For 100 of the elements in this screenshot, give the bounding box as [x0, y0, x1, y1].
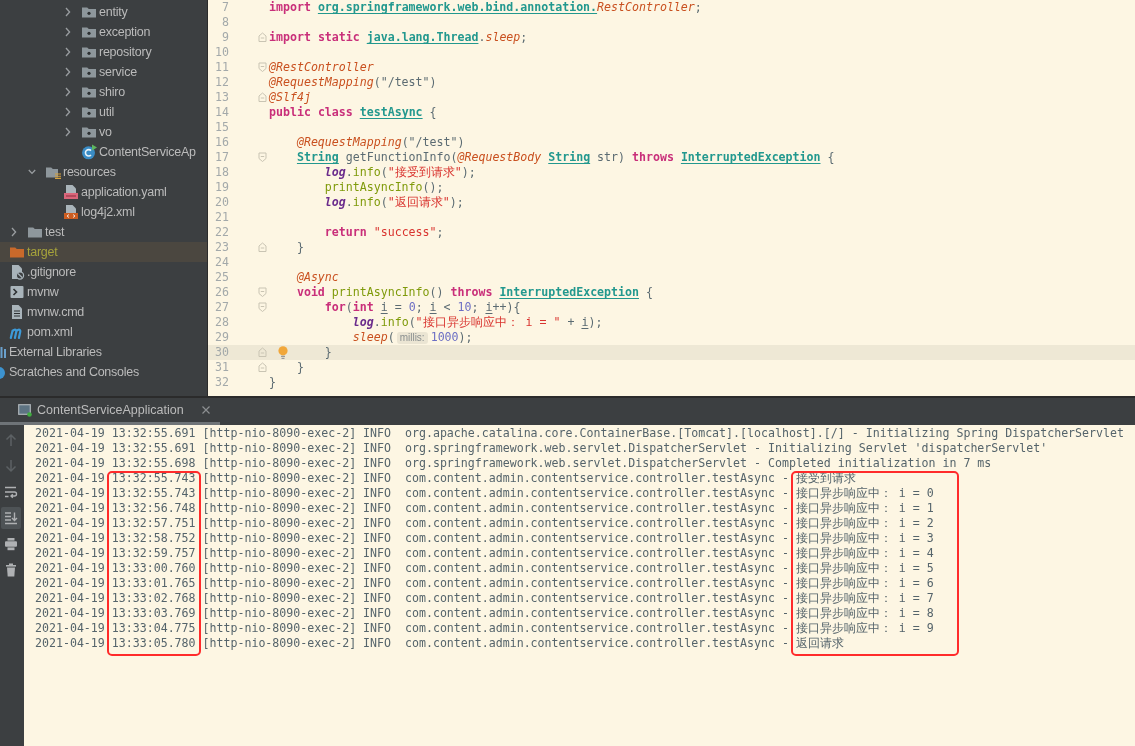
ignore-file-icon [9, 264, 25, 280]
tree-item[interactable]: application.yaml [0, 182, 207, 202]
log-date: 2021-04-19 [35, 486, 105, 500]
trash-icon [4, 563, 18, 577]
log-separator: - [851, 426, 859, 440]
line-number: 20 [214, 195, 229, 210]
log-message: 接口异步响应中： i = 0 [795, 486, 934, 500]
library-icon [0, 344, 7, 360]
log-separator: - [781, 531, 789, 545]
log-logger: com.content.admin.contentservice.controller.testAsync [405, 486, 775, 500]
log-logger: com.content.admin.contentservice.controller.testAsync [405, 471, 775, 485]
log-logger: org.springframework.web.servlet.DispatcherServlet [405, 456, 747, 470]
log-separator: - [781, 606, 789, 620]
log-date: 2021-04-19 [35, 456, 105, 470]
code-line: log.info("返回请求"); [324, 195, 464, 210]
scroll-to-end-button[interactable] [1, 507, 21, 529]
log-separator: - [781, 561, 789, 575]
tree-item[interactable]: target [0, 242, 207, 262]
terminal-file-icon [9, 284, 25, 300]
code-line: @Async [296, 270, 339, 285]
lightbulb-icon[interactable] [278, 346, 288, 359]
fold-marker-icon[interactable] [258, 347, 267, 358]
line-number: 17 [214, 150, 229, 165]
tree-item[interactable]: exception [0, 22, 207, 42]
line-number: 12 [214, 75, 229, 90]
chevron-down-icon[interactable] [28, 167, 36, 177]
log-date: 2021-04-19 [35, 636, 105, 650]
line-number: 21 [214, 210, 229, 225]
line-number: 27 [214, 300, 229, 315]
log-level: INFO [363, 561, 391, 575]
log-logger: org.apache.catalina.core.ContainerBase.[Tomcat].[localhost].[/] [405, 426, 845, 440]
log-date: 2021-04-19 [35, 606, 105, 620]
code-line: } [324, 345, 332, 360]
code-line: } [296, 240, 304, 255]
chevron-right-icon[interactable] [10, 227, 18, 237]
code-line: for(int i = 0; i < 10; i++){ [324, 300, 521, 315]
close-button[interactable] [201, 405, 210, 415]
log-logger: com.content.admin.contentservice.controller.testAsync [405, 606, 775, 620]
fold-marker-icon[interactable] [258, 92, 267, 103]
tree-item[interactable]: Scratches and Consoles [0, 362, 207, 382]
tree-item[interactable]: log4j2.xml [0, 202, 207, 222]
tree-item[interactable]: resources [0, 162, 207, 182]
fold-marker-icon[interactable] [258, 32, 267, 43]
line-number: 10 [214, 45, 229, 60]
log-time: 13:33:00.760 [111, 561, 196, 575]
log-date: 2021-04-19 [35, 441, 105, 455]
fold-marker-icon[interactable] [258, 287, 267, 298]
log-time: 13:32:55.698 [111, 456, 196, 470]
log-date: 2021-04-19 [35, 426, 105, 440]
log-thread: [http-nio-8090-exec-2] [202, 591, 357, 605]
log-level: INFO [363, 591, 391, 605]
log-message: 接口异步响应中： i = 7 [795, 591, 934, 605]
code-line: @Slf4j [269, 90, 311, 105]
chevron-right-icon[interactable] [64, 67, 72, 77]
tree-item[interactable]: pom.xml [0, 322, 207, 342]
line-number: 15 [214, 120, 229, 135]
chevron-right-icon[interactable] [64, 7, 72, 17]
fold-marker-icon[interactable] [258, 152, 267, 163]
chevron-right-icon[interactable] [64, 87, 72, 97]
code-line: printAsyncInfo(); [324, 180, 444, 195]
line-number: 31 [214, 360, 229, 375]
code-line: log.info("接受到请求"); [324, 165, 476, 180]
tree-item[interactable]: service [0, 62, 207, 82]
fold-marker-icon[interactable] [258, 362, 267, 373]
log-time: 13:33:04.775 [111, 621, 196, 635]
line-number: 24 [214, 255, 229, 270]
chevron-right-icon[interactable] [64, 127, 72, 137]
log-level: INFO [363, 606, 391, 620]
log-logger: com.content.admin.contentservice.controller.testAsync [405, 561, 775, 575]
log-date: 2021-04-19 [35, 561, 105, 575]
tree-item[interactable]: .gitignore [0, 262, 207, 282]
tree-item[interactable]: shiro [0, 82, 207, 102]
tree-item[interactable]: mvnw [0, 282, 207, 302]
log-thread: [http-nio-8090-exec-2] [202, 486, 357, 500]
tree-item[interactable]: entity [0, 2, 207, 22]
log-level: INFO [363, 501, 391, 515]
tree-item[interactable]: test [0, 222, 207, 242]
log-thread: [http-nio-8090-exec-2] [202, 501, 357, 515]
log-message: 接口异步响应中： i = 9 [795, 621, 934, 635]
fold-marker-icon[interactable] [258, 62, 267, 73]
tree-item[interactable]: mvnw.cmd [0, 302, 207, 322]
tree-item[interactable]: util [0, 102, 207, 122]
log-separator: - [781, 546, 789, 560]
chevron-right-icon[interactable] [64, 47, 72, 57]
log-date: 2021-04-19 [35, 516, 105, 530]
tree-item[interactable]: ContentServiceAp [0, 142, 207, 162]
fold-marker-icon[interactable] [258, 242, 267, 253]
log-logger: com.content.admin.contentservice.controller.testAsync [405, 591, 775, 605]
line-number: 30 [214, 345, 229, 360]
fold-marker-icon[interactable] [258, 302, 267, 313]
log-separator: - [781, 621, 789, 635]
line-number: 32 [214, 375, 229, 390]
log-time: 13:33:03.769 [111, 606, 196, 620]
chevron-right-icon[interactable] [64, 27, 72, 37]
console-icon [18, 403, 32, 417]
tree-item[interactable]: repository [0, 42, 207, 62]
chevron-right-icon[interactable] [64, 107, 72, 117]
tree-item[interactable]: External Libraries [0, 342, 207, 362]
log-level: INFO [363, 636, 391, 650]
tree-item[interactable]: vo [0, 122, 207, 142]
